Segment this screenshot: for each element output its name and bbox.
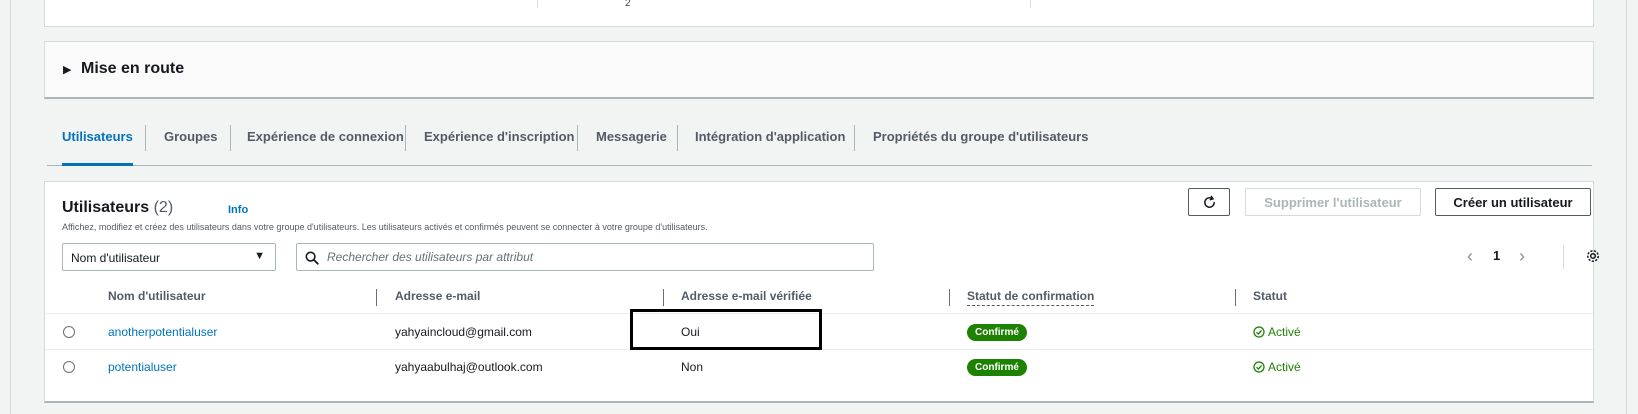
tab-groupes[interactable]: Groupes bbox=[164, 122, 217, 166]
filter-select-value: Nom d'utilisateur bbox=[71, 251, 160, 265]
table-row: anotherpotentialuser yahyaincloud@gmail.… bbox=[45, 315, 1593, 350]
refresh-button[interactable] bbox=[1188, 188, 1230, 216]
summary-fragment: 2 bbox=[625, 0, 631, 9]
tab-bar: Utilisateurs Groupes Expérience de conne… bbox=[47, 122, 1592, 166]
status-cell: Activé bbox=[1253, 360, 1301, 374]
column-resizer[interactable] bbox=[376, 289, 377, 306]
column-divider bbox=[1030, 0, 1031, 8]
tab-proprietes-groupe[interactable]: Propriétés du groupe d'utilisateurs bbox=[873, 122, 1088, 166]
tab-separator bbox=[230, 125, 231, 151]
column-header-email[interactable]: Adresse e-mail bbox=[395, 289, 480, 303]
chevron-right-icon[interactable]: › bbox=[1519, 246, 1525, 267]
info-link[interactable]: Info bbox=[228, 204, 248, 216]
tab-utilisateurs[interactable]: Utilisateurs bbox=[62, 122, 133, 166]
tab-messagerie[interactable]: Messagerie bbox=[596, 122, 667, 166]
tab-experience-inscription[interactable]: Expérience d'inscription bbox=[424, 122, 574, 166]
panel-title: Utilisateurs (2) bbox=[62, 199, 173, 217]
filter-property-select[interactable]: Nom d'utilisateur ▼ bbox=[62, 243, 276, 271]
username-link[interactable]: potentialuser bbox=[108, 360, 177, 374]
users-panel: Utilisateurs (2) Info Affichez, modifiez… bbox=[44, 181, 1599, 403]
column-resizer[interactable] bbox=[949, 289, 950, 306]
column-resizer[interactable] bbox=[663, 289, 664, 306]
page-number[interactable]: 1 bbox=[1493, 248, 1500, 263]
table-header: Nom d'utilisateur Adresse e-mail Adresse… bbox=[45, 279, 1593, 314]
caret-down-icon: ▼ bbox=[254, 250, 265, 262]
search-icon bbox=[305, 251, 319, 265]
user-count: (2) bbox=[153, 199, 174, 216]
tab-separator bbox=[577, 125, 578, 151]
confirmation-badge: Confirmé bbox=[967, 359, 1027, 376]
caret-right-icon: ▶ bbox=[63, 64, 72, 76]
search-field[interactable] bbox=[296, 243, 874, 271]
gear-icon[interactable] bbox=[1585, 248, 1601, 264]
status-text: Activé bbox=[1268, 360, 1301, 374]
email-cell: yahyaabulhaj@outlook.com bbox=[395, 360, 543, 374]
getting-started-title: Mise en route bbox=[81, 60, 185, 77]
tab-separator bbox=[677, 125, 678, 151]
column-header-email-verified[interactable]: Adresse e-mail vérifiée bbox=[681, 289, 812, 303]
column-divider bbox=[537, 0, 538, 8]
panel-title-text: Utilisateurs bbox=[62, 199, 150, 216]
delete-user-button[interactable]: Supprimer l'utilisateur bbox=[1245, 188, 1421, 216]
column-header-confirmation-status[interactable]: Statut de confirmation bbox=[967, 289, 1095, 306]
column-header-status[interactable]: Statut bbox=[1253, 289, 1287, 303]
search-input[interactable] bbox=[325, 247, 865, 267]
tab-separator bbox=[405, 125, 406, 151]
panel-description: Affichez, modifiez et créez des utilisat… bbox=[62, 222, 708, 232]
tab-separator bbox=[854, 125, 855, 151]
table-row: potentialuser yahyaabulhaj@outlook.com N… bbox=[45, 350, 1593, 385]
tab-integration-application[interactable]: Intégration d'application bbox=[695, 122, 845, 166]
status-cell: Activé bbox=[1253, 325, 1301, 339]
row-select-radio[interactable] bbox=[63, 361, 75, 373]
tab-experience-connexion[interactable]: Expérience de connexion bbox=[247, 122, 404, 166]
column-resizer[interactable] bbox=[1235, 289, 1236, 306]
top-summary-card: 2 bbox=[44, 0, 1594, 27]
create-user-button[interactable]: Créer un utilisateur bbox=[1435, 188, 1591, 216]
column-header-username[interactable]: Nom d'utilisateur bbox=[108, 289, 206, 303]
email-cell: yahyaincloud@gmail.com bbox=[395, 325, 532, 339]
status-text: Activé bbox=[1268, 325, 1301, 339]
chevron-left-icon[interactable]: ‹ bbox=[1467, 246, 1473, 267]
username-link[interactable]: anotherpotentialuser bbox=[108, 325, 217, 339]
email-verified-cell: Non bbox=[681, 360, 704, 374]
pager-separator bbox=[1563, 245, 1564, 269]
row-select-radio[interactable] bbox=[63, 326, 75, 338]
email-verified-cell: Oui bbox=[681, 325, 700, 339]
check-circle-icon bbox=[1253, 361, 1265, 373]
getting-started-expander[interactable]: ▶ Mise en route bbox=[44, 41, 1594, 99]
tab-separator bbox=[145, 125, 146, 151]
refresh-icon bbox=[1203, 195, 1215, 208]
confirmation-badge: Confirmé bbox=[967, 324, 1027, 341]
check-circle-icon bbox=[1253, 326, 1265, 338]
